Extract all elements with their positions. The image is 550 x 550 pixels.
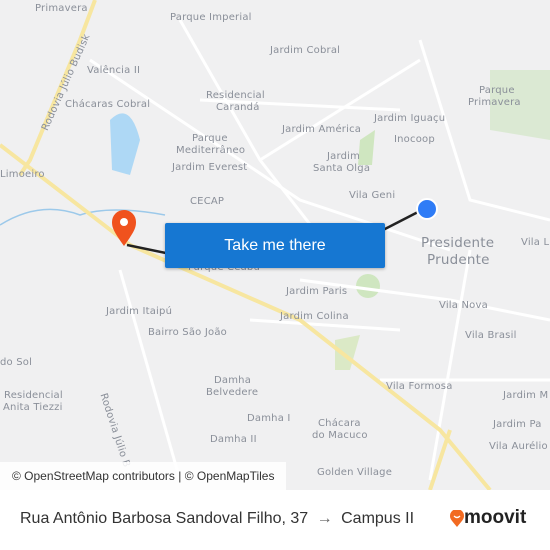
take-me-there-button[interactable]: Take me there — [165, 223, 385, 268]
map[interactable]: Primavera Parque Imperial Jardim Cobral … — [0, 0, 550, 490]
brand-name: moovit — [464, 507, 527, 528]
destination-pin-icon — [112, 210, 136, 246]
origin-dot-icon — [416, 198, 438, 220]
destination-name: Campus II — [341, 510, 415, 527]
arrow-right-icon: → — [316, 510, 333, 527]
map-attribution[interactable]: © OpenStreetMap contributors | © OpenMap… — [0, 462, 287, 490]
route-summary: Rua Antônio Barbosa Sandoval Filho, 37 →… — [20, 510, 414, 528]
origin-name: Rua Antônio Barbosa Sandoval Filho, 37 — [20, 510, 309, 527]
moovit-pin-icon — [450, 509, 464, 527]
footer: Rua Antônio Barbosa Sandoval Filho, 37 →… — [0, 490, 550, 550]
moovit-logo: moovit — [450, 507, 526, 529]
